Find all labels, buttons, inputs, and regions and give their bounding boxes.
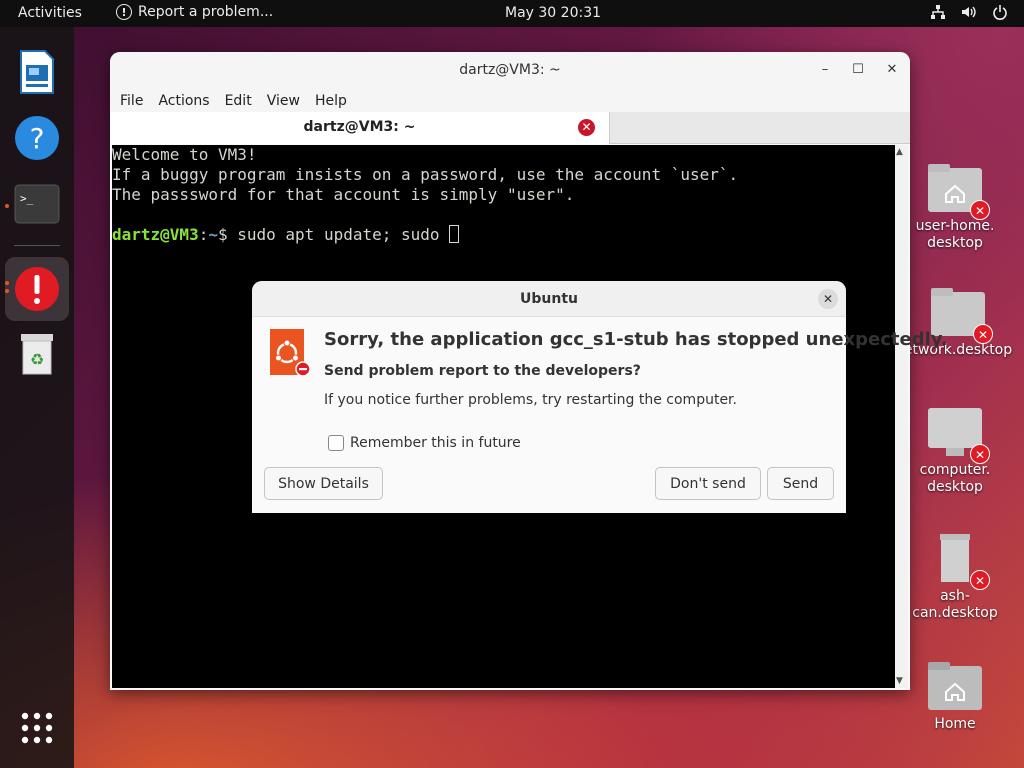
broken-link-icon: ✕: [973, 324, 993, 344]
running-indicator: [5, 204, 9, 208]
minimize-button[interactable]: –: [816, 62, 834, 77]
terminal-scrollbar[interactable]: ▲ ▼: [895, 145, 908, 688]
remember-checkbox[interactable]: [328, 435, 344, 451]
broken-link-icon: ✕: [970, 200, 990, 220]
maximize-button[interactable]: ☐: [849, 62, 867, 77]
tab-close-icon[interactable]: ✕: [578, 119, 595, 136]
dialog-note: If you notice further problems, try rest…: [324, 392, 737, 408]
desktop-icon-label: Home: [934, 716, 976, 732]
desktop-icon-label: computer. desktop: [919, 462, 991, 495]
terminal-command: sudo apt update; sudo: [237, 225, 450, 244]
tab-terminal[interactable]: dartz@VM3: ~ ✕: [110, 112, 610, 144]
dont-send-button[interactable]: Don't send: [655, 467, 761, 500]
dialog-title: Ubuntu: [520, 291, 578, 307]
desktop-icon-home[interactable]: Home: [900, 660, 1010, 733]
menu-actions[interactable]: Actions: [158, 93, 209, 109]
prompt-separator: :: [198, 225, 209, 244]
activities-button[interactable]: Activities: [18, 5, 82, 21]
running-indicator: [5, 289, 9, 293]
alert-icon: !: [116, 4, 132, 20]
dock-separator: [14, 245, 60, 246]
broken-link-icon: ✕: [970, 570, 990, 590]
report-problem-label: Report a problem...: [138, 4, 274, 20]
terminal-line: The passsword for that account is simply…: [112, 185, 575, 204]
menu-file[interactable]: File: [120, 93, 143, 109]
svg-text:?: ?: [30, 122, 45, 155]
show-applications-icon[interactable]: [12, 703, 62, 753]
folder-home-icon: ✕: [926, 162, 990, 220]
desktop-icon-user-home[interactable]: ✕ user-home. desktop: [900, 162, 1010, 252]
remember-label: Remember this in future: [350, 435, 521, 451]
scroll-up-icon[interactable]: ▲: [896, 147, 903, 157]
dialog-subheading: Send problem report to the developers?: [324, 363, 641, 379]
help-icon[interactable]: ?: [12, 113, 62, 163]
svg-text:♻: ♻: [30, 350, 44, 369]
desktop-icon-label: user-home. desktop: [915, 218, 995, 251]
power-icon[interactable]: [992, 4, 1008, 24]
dock: ? >_ ♻: [0, 27, 74, 768]
send-button[interactable]: Send: [767, 467, 834, 500]
broken-link-icon: ✕: [970, 444, 990, 464]
terminal-line: If a buggy program insists on a password…: [112, 165, 739, 184]
running-indicator: [5, 281, 9, 285]
home-folder-icon: [926, 660, 984, 712]
svg-text:>_: >_: [20, 192, 34, 205]
desktop-icon-trash-can[interactable]: ✕ ash-can.desktop: [900, 532, 1010, 622]
error-reporter-icon[interactable]: [12, 264, 62, 314]
top-bar: Activities ! Report a problem... May 30 …: [0, 0, 1024, 27]
prompt-path: ~: [208, 225, 218, 244]
terminal-line: Welcome to VM3!: [112, 145, 257, 164]
dialog-titlebar[interactable]: Ubuntu ✕: [252, 281, 846, 317]
menu-edit[interactable]: Edit: [225, 93, 252, 109]
desktop-icon-label: ash-can.desktop: [912, 588, 998, 621]
remember-option[interactable]: Remember this in future: [328, 435, 521, 451]
prompt-user: dartz@VM3: [112, 225, 199, 244]
clock[interactable]: May 30 20:31: [505, 5, 601, 21]
ubuntu-package-icon: [270, 329, 311, 377]
terminal-prompt-line: dartz@VM3:~$ sudo apt update; sudo: [112, 225, 895, 245]
trash-icon[interactable]: ♻: [12, 329, 62, 379]
volume-icon[interactable]: [960, 4, 978, 24]
show-details-button[interactable]: Show Details: [264, 467, 383, 500]
close-button[interactable]: ✕: [883, 62, 901, 77]
tab-title: dartz@VM3: ~: [303, 119, 416, 135]
terminal-cursor: [449, 225, 460, 243]
trash-can-icon: ✕: [926, 532, 990, 590]
window-titlebar[interactable]: dartz@VM3: ~ – ☐ ✕: [110, 52, 910, 89]
libreoffice-impress-icon[interactable]: [12, 47, 62, 97]
crash-report-dialog[interactable]: Ubuntu ✕ Sorry, the application gcc_s1-s…: [252, 281, 948, 513]
window-title: dartz@VM3: ~: [459, 62, 561, 78]
computer-icon: ✕: [926, 406, 990, 464]
system-tray[interactable]: [930, 4, 1008, 24]
menu-bar: File Actions Edit View Help: [110, 89, 910, 112]
desktop-icon-computer[interactable]: ✕ computer. desktop: [900, 406, 1010, 496]
menu-view[interactable]: View: [267, 93, 300, 109]
scroll-down-icon[interactable]: ▼: [896, 676, 903, 686]
menu-help[interactable]: Help: [315, 93, 347, 109]
dialog-heading: Sorry, the application gcc_s1-stub has s…: [324, 329, 948, 350]
report-problem-indicator[interactable]: ! Report a problem...: [116, 4, 273, 20]
tab-bar: dartz@VM3: ~ ✕: [110, 112, 910, 144]
dialog-close-icon[interactable]: ✕: [818, 289, 838, 309]
prompt-dollar: $: [217, 225, 238, 244]
terminal-icon[interactable]: >_: [12, 179, 62, 229]
network-icon[interactable]: [930, 4, 946, 24]
